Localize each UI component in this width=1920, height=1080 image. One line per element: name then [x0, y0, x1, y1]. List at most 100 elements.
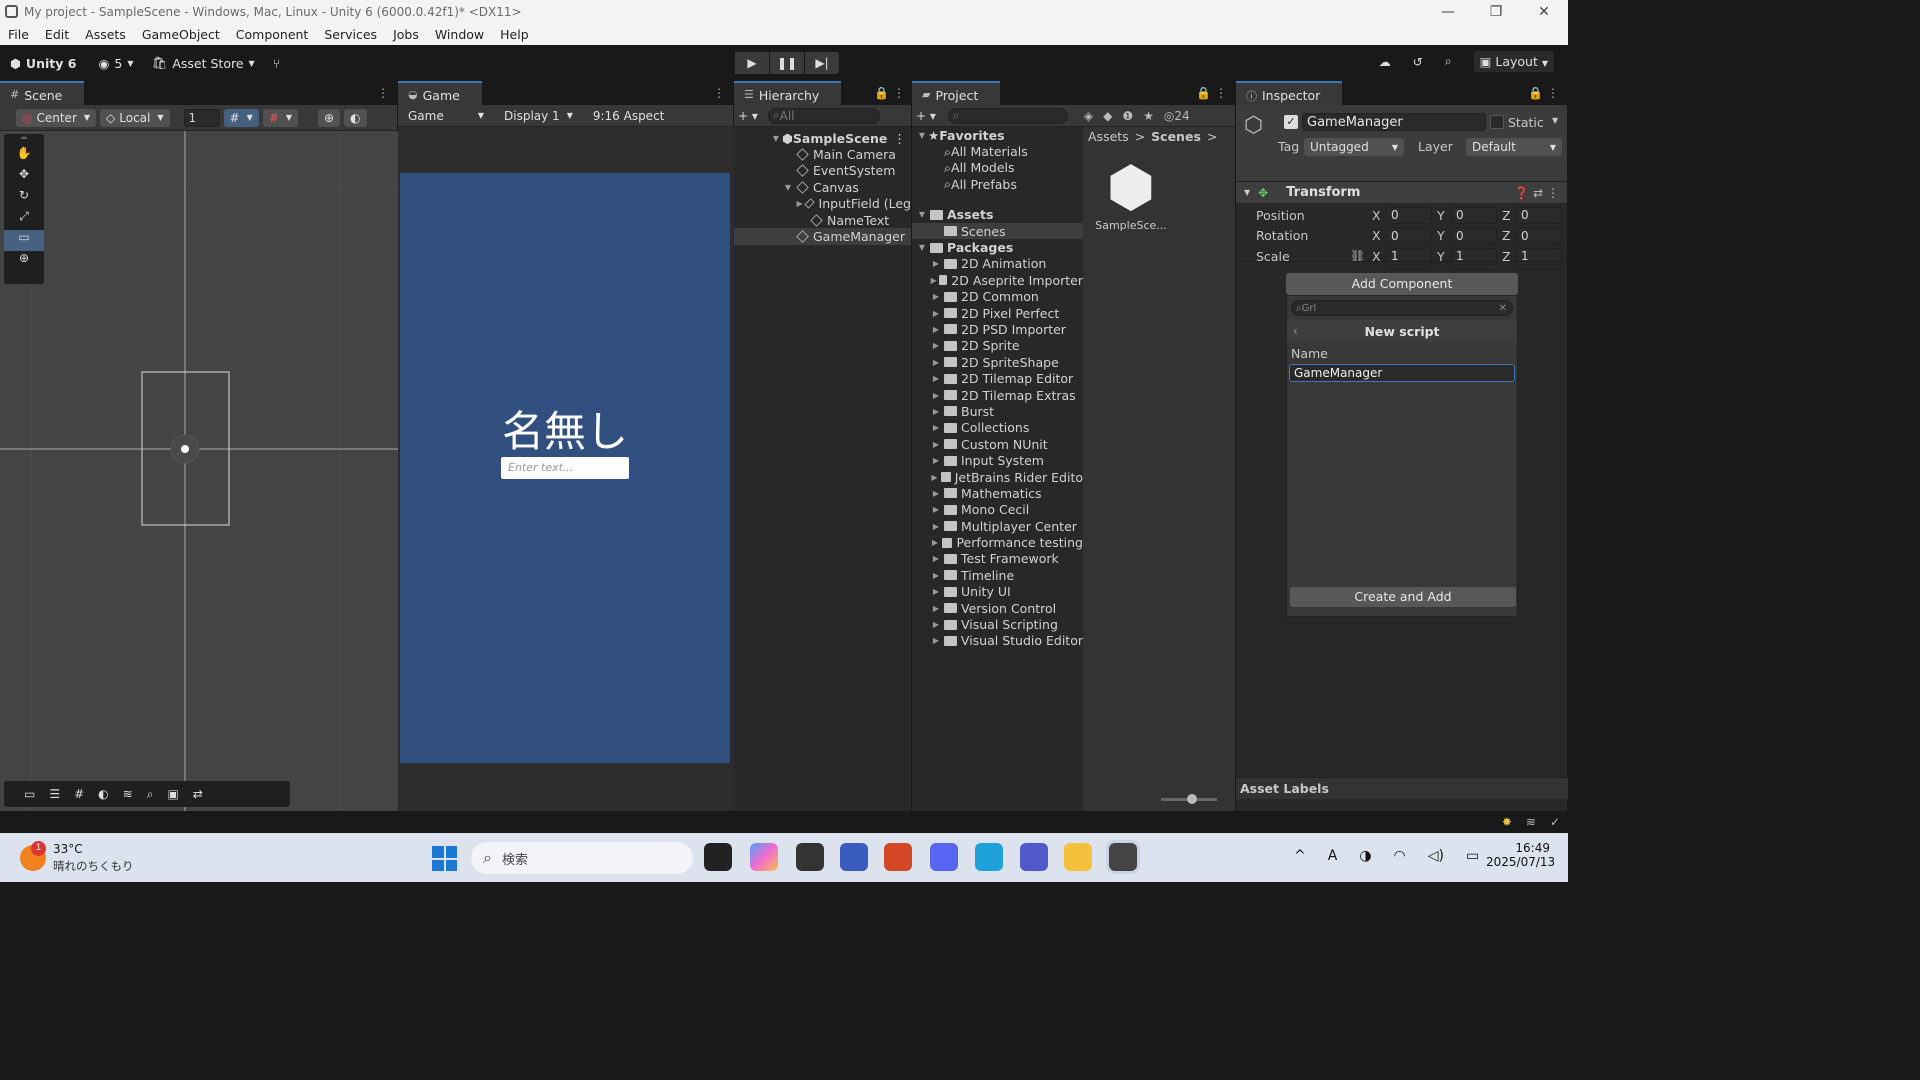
chevron-down-icon[interactable]: ▼ [1552, 116, 1558, 125]
list-item[interactable]: ▶ 2D Tilemap Editor [912, 370, 1083, 386]
asset-labels-bar[interactable]: Asset Labels [1236, 777, 1568, 799]
display-dropdown[interactable]: Display 1 ▼ [498, 107, 579, 125]
taskbar-search[interactable]: ⌕ 検索 [471, 842, 693, 874]
menu-file[interactable]: File [0, 27, 37, 42]
debug-icon[interactable]: ✸ [1502, 815, 1512, 829]
rotation-z-field[interactable]: 0 [1516, 227, 1562, 245]
light-icon[interactable]: ◐ [98, 787, 108, 801]
menu-edit[interactable]: Edit [37, 27, 77, 42]
hierarchy-search[interactable]: ⌕ All [767, 107, 880, 124]
kebab-menu-icon[interactable]: ⋮ [377, 86, 389, 100]
list-item[interactable]: ▶ Visual Scripting [912, 616, 1083, 632]
lock-icon[interactable]: 🔒 ⋮ [1196, 86, 1227, 100]
list-item[interactable]: NameText [734, 212, 911, 228]
tab-inspector[interactable]: ⓘ Inspector [1236, 81, 1343, 105]
aspect-dropdown[interactable]: 9:16 Aspect [587, 107, 671, 125]
version-control-button[interactable]: ⑂ [273, 56, 281, 71]
camera-icon[interactable]: ▣ [167, 787, 178, 801]
close-button[interactable]: ✕ [1520, 4, 1568, 20]
add-component-button[interactable]: Add Component [1286, 273, 1518, 295]
scene-row[interactable]: ▼ ⬢ SampleScene ⋮ [734, 130, 911, 146]
list-item-selected[interactable]: Scenes [912, 222, 1083, 240]
tag-dropdown[interactable]: Untagged ▼ [1304, 138, 1404, 156]
rotation-x-field[interactable]: 0 [1386, 227, 1432, 245]
position-z-field[interactable]: 0 [1516, 206, 1562, 224]
unity-editor-icon[interactable] [1109, 843, 1137, 871]
battery-icon[interactable]: ▭ [1466, 848, 1479, 864]
sliders-icon[interactable]: ☰ [49, 787, 60, 801]
scale-y-field[interactable]: 1 [1451, 247, 1497, 265]
pivot-space-dropdown[interactable]: ◇ Local ▼ [100, 108, 170, 127]
drag-handle-icon[interactable]: ═ [4, 134, 44, 146]
tab-project[interactable]: ▰ Project [912, 81, 1001, 105]
scale-z-field[interactable]: 1 [1516, 247, 1562, 265]
transform-header[interactable]: ▼ ✥ Transform ❓ ⇄ ⋮ [1236, 181, 1567, 203]
scale-x-field[interactable]: 1 [1386, 247, 1432, 265]
tab-hierarchy[interactable]: ☰ Hierarchy [734, 81, 842, 105]
scene-view-options-button[interactable]: ◐ [344, 108, 367, 127]
ime-icon[interactable]: A [1328, 848, 1338, 864]
list-item[interactable]: EventSystem [734, 163, 911, 179]
breadcrumb-assets[interactable]: Assets [1088, 129, 1129, 144]
menu-services[interactable]: Services [316, 27, 385, 42]
tab-game[interactable]: ◒ Game [398, 81, 482, 105]
list-item[interactable]: ▶ Timeline [912, 567, 1083, 583]
list-item[interactable]: ▶ InputField (Leg [734, 196, 912, 212]
zoom-slider[interactable] [1161, 794, 1217, 804]
ime-mode-icon[interactable]: ◑ [1359, 848, 1371, 864]
list-item[interactable]: ▶ JetBrains Rider Edito [912, 469, 1083, 485]
menu-assets[interactable]: Assets [77, 27, 134, 42]
create-and-add-button[interactable]: Create and Add [1290, 587, 1516, 607]
play-button[interactable]: ▶ [735, 52, 769, 74]
scale-tool-icon[interactable]: ⤢ [4, 209, 44, 230]
unity-account-button[interactable]: ⬢ Unity 6 [10, 56, 76, 71]
asset-tile[interactable]: ⬢ SampleSce... [1095, 157, 1167, 233]
filter-type-icon[interactable]: ◈ [1084, 109, 1093, 123]
list-item[interactable]: ▶ 2D Pixel Perfect [912, 305, 1083, 321]
chevron-up-icon[interactable]: ^ [1294, 848, 1306, 864]
scene-viewport[interactable]: ═ ✋ ✥ ↻ ⤢ ▭ ⊕ ▭ ☰ # ◐ ≋ ⌕ ▣ ⇄ [0, 131, 398, 811]
kebab-menu-icon[interactable]: ⋮ [713, 86, 725, 100]
create-add-icon[interactable]: + ▾ [738, 109, 758, 123]
zoom-slider-handle[interactable] [1187, 794, 1197, 804]
active-checkbox[interactable]: ✓ [1284, 115, 1298, 129]
collab-button[interactable]: ◉ 5 ▼ [98, 56, 133, 71]
cloud-icon[interactable]: ☁ [1379, 55, 1391, 69]
list-item[interactable]: ⌕ All Materials [912, 143, 1083, 160]
grid-toggle-icon[interactable]: # [74, 787, 84, 801]
game-view-mode-dropdown[interactable]: Game ▼ [402, 107, 490, 125]
breadcrumb-scenes[interactable]: Scenes [1151, 129, 1201, 144]
copilot-icon[interactable] [750, 843, 778, 871]
task-view-icon[interactable] [704, 843, 732, 871]
list-item[interactable]: ▶ Visual Studio Editor [912, 633, 1083, 649]
rotation-y-field[interactable]: 0 [1451, 227, 1497, 245]
maximize-button[interactable]: ❐ [1472, 4, 1520, 20]
list-item[interactable]: ▶ 2D Common [912, 289, 1083, 305]
list-item[interactable]: ▶ Mono Cecil [912, 502, 1083, 518]
list-item[interactable]: Main Camera [734, 146, 911, 162]
menu-window[interactable]: Window [427, 27, 492, 42]
menu-gameobject[interactable]: GameObject [134, 27, 228, 42]
kebab-menu-icon[interactable]: ⋮ [893, 131, 906, 146]
discord-icon[interactable] [930, 843, 958, 871]
zoom-icon[interactable]: ⌕ [147, 787, 154, 802]
list-item-selected[interactable]: GameManager [734, 228, 911, 245]
volume-icon[interactable]: ◁) [1428, 848, 1444, 864]
menu-help[interactable]: Help [492, 27, 537, 42]
powerpoint-icon[interactable] [884, 843, 912, 871]
unity-hub-icon[interactable] [796, 843, 824, 871]
draw-mode-button[interactable]: ⊕ [317, 108, 341, 127]
eye-icon[interactable]: ◎24 [1164, 109, 1190, 123]
warning-icon[interactable]: ❶ [1122, 109, 1133, 123]
menu-jobs[interactable]: Jobs [385, 27, 427, 42]
list-item[interactable]: ▶ Custom NUnit [912, 436, 1083, 452]
layer-dropdown[interactable]: Default ▼ [1466, 138, 1562, 156]
static-checkbox[interactable] [1490, 115, 1504, 129]
increment-snap-toggle[interactable]: # ▼ [262, 108, 298, 127]
pivot-mode-dropdown[interactable]: ◎ Center ▼ [16, 108, 97, 127]
name-input-field[interactable]: Enter text... [501, 457, 629, 479]
list-item[interactable]: ⌕ All Models [912, 160, 1083, 176]
create-add-icon[interactable]: + ▾ [916, 109, 936, 123]
asset-store-button[interactable]: 🛍 Asset Store ▼ [151, 55, 254, 71]
teams-icon[interactable] [1020, 843, 1048, 871]
